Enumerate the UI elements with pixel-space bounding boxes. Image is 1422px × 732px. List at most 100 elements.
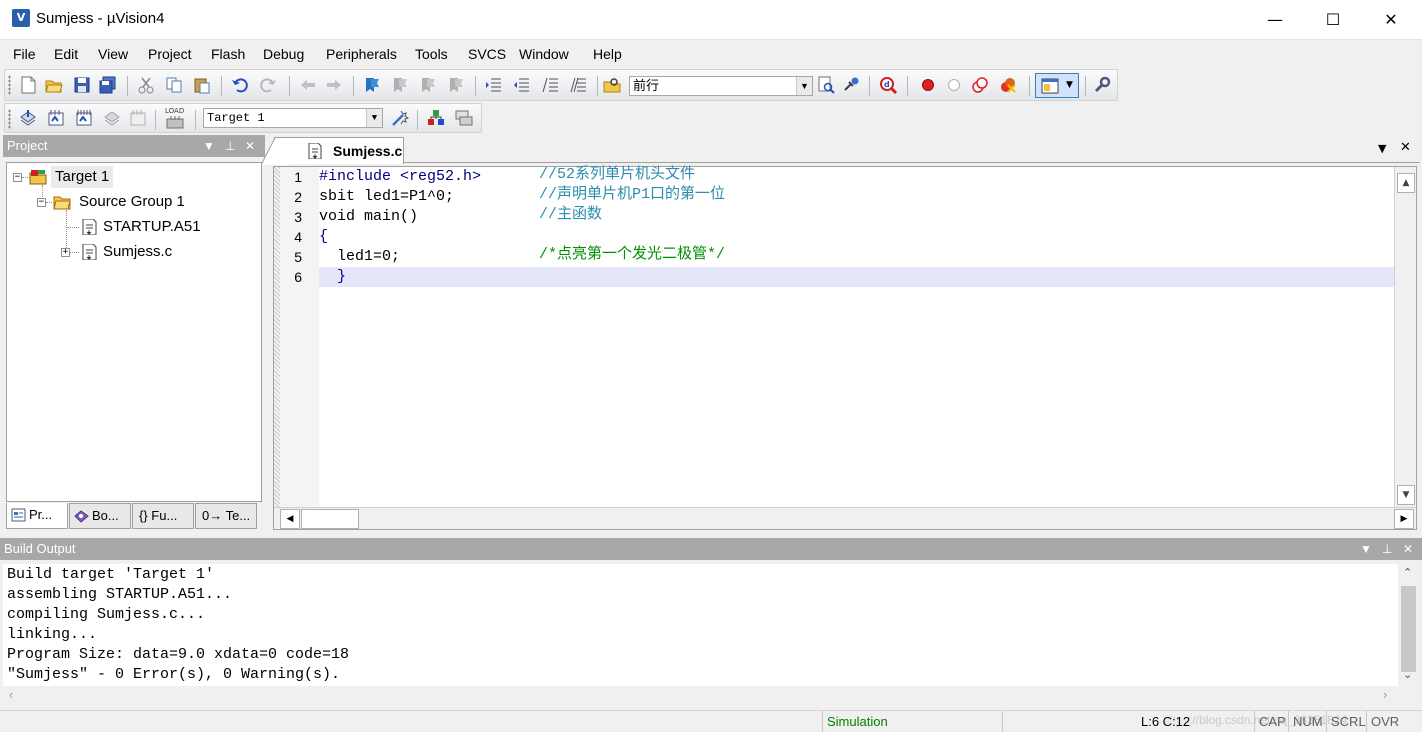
translate-icon[interactable] [19,109,37,127]
menu-debug[interactable]: Debug [263,46,304,62]
panel-menu-icon[interactable]: ▼ [203,135,215,157]
tree-node-source-group[interactable]: Source Group 1 [79,191,185,213]
scroll-left-arrow-icon[interactable]: ‹ [9,687,13,702]
redo-icon[interactable] [259,76,277,94]
code-editor[interactable]: 1 2 3 4 5 6 #include <reg52.h> //52系列单片机… [273,166,1417,530]
collapse-icon[interactable]: − [37,198,46,207]
code-text-area[interactable]: #include <reg52.h> //52系列单片机头文件 sbit led… [319,166,1396,507]
window-layout-dropdown[interactable]: ▼ [1035,73,1079,98]
save-icon[interactable] [73,76,91,94]
save-all-icon[interactable] [99,76,117,94]
scroll-up-arrow-icon[interactable]: ⌃ [1403,566,1412,579]
scroll-left-arrow-icon[interactable]: ◀ [280,509,300,529]
collapse-icon[interactable]: − [13,173,22,182]
navigate-forward-icon[interactable] [325,76,343,94]
scroll-up-arrow-icon[interactable]: ▲ [1397,173,1415,193]
tab-templates[interactable]: 0→ Te... [195,503,257,529]
project-panel: Project ▼ ⊥ ✕ − Target 1 − Source Group … [3,135,265,533]
scrollbar-thumb[interactable] [1401,586,1416,672]
select-packs-icon[interactable] [455,109,473,127]
tree-node-file[interactable]: Sumjess.c [103,241,172,263]
tab-books[interactable]: Bo... [69,503,131,529]
breakpoint-insert-icon[interactable] [919,76,937,94]
copy-icon[interactable] [165,76,183,94]
bookmark-next-icon[interactable] [419,76,437,94]
scroll-down-arrow-icon[interactable]: ⌄ [1403,668,1412,681]
rebuild-icon[interactable] [75,109,93,127]
undo-icon[interactable] [231,76,249,94]
close-icon[interactable]: ✕ [245,135,255,157]
pin-icon[interactable]: ⊥ [1382,538,1392,560]
unindent-icon[interactable] [513,76,531,94]
scroll-right-arrow-icon[interactable]: ▶ [1394,509,1414,529]
menu-peripherals[interactable]: Peripherals [326,46,397,62]
paste-icon[interactable] [193,76,211,94]
breakpoint-disable-all-icon[interactable] [971,76,989,94]
status-cursor-position: L:6 C:12 [1141,711,1191,732]
tab-functions[interactable]: {} Fu... [132,503,194,529]
menu-window[interactable]: Window [519,46,569,62]
close-button[interactable]: ✕ [1362,0,1420,40]
menu-help[interactable]: Help [593,46,622,62]
download-load-button[interactable]: LOAD [163,107,189,131]
configure-wrench-icon[interactable] [1093,76,1111,94]
build-icon[interactable] [47,109,65,127]
editor-tab[interactable]: Sumjess.c [261,137,404,165]
bookmark-prev-icon[interactable] [391,76,409,94]
menu-tools[interactable]: Tools [415,46,448,62]
build-output-text[interactable]: Build target 'Target 1' assembling START… [3,564,1400,686]
toolbar-grip[interactable] [8,75,11,95]
maximize-button[interactable]: ☐ [1304,0,1362,40]
close-icon[interactable]: ✕ [1403,538,1413,560]
stop-build-icon[interactable] [129,109,147,127]
bookmark-clear-icon[interactable] [447,76,465,94]
navigate-back-icon[interactable] [299,76,317,94]
open-folder-icon[interactable] [45,76,63,94]
close-icon[interactable]: ✕ [1400,140,1411,155]
menu-view[interactable]: View [98,46,128,62]
pin-icon[interactable]: ⊥ [225,135,235,157]
editor-horizontal-scrollbar[interactable]: ◀ ▶ [274,507,1416,529]
bookmark-insert-icon[interactable] [363,76,381,94]
debug-session-icon[interactable]: d [879,76,897,94]
editor-menu-icon[interactable]: ▼ [1378,142,1386,155]
code-line: void main() [319,208,419,225]
new-file-icon[interactable] [19,76,37,94]
scroll-down-arrow-icon[interactable]: ▼ [1397,485,1415,505]
uncomment-icon[interactable] [569,76,587,94]
breakpoint-enable-icon[interactable] [945,76,963,94]
comment-icon[interactable] [541,76,559,94]
find-icon[interactable] [817,76,835,94]
cut-icon[interactable] [137,76,155,94]
menu-edit[interactable]: Edit [54,46,78,62]
find-in-files-icon[interactable] [603,76,621,94]
find-combo[interactable]: 前行 ▼ [629,76,813,96]
chevron-down-icon[interactable]: ▼ [366,109,382,127]
minimize-button[interactable]: — [1246,0,1304,40]
menu-svcs[interactable]: SVCS [468,46,506,62]
tree-node-file[interactable]: STARTUP.A51 [103,216,201,238]
incremental-find-icon[interactable] [843,76,861,94]
target-options-icon[interactable] [391,109,409,127]
panel-menu-icon[interactable]: ▼ [1360,538,1372,560]
editor-vertical-scrollbar[interactable]: ▲ ▼ [1394,167,1416,507]
chevron-down-icon[interactable]: ▼ [796,77,812,95]
tab-project[interactable]: Pr... [6,503,68,529]
menu-file[interactable]: File [13,46,36,62]
menu-project[interactable]: Project [148,46,192,62]
breakpoint-kill-all-icon[interactable] [999,76,1017,94]
target-select[interactable]: Target 1 ▼ [203,108,383,128]
manage-project-items-icon[interactable] [427,109,445,127]
scroll-right-arrow-icon[interactable]: › [1383,687,1387,702]
indent-icon[interactable] [485,76,503,94]
tree-node-target[interactable]: Target 1 [51,166,114,188]
batch-build-icon[interactable] [103,109,121,127]
uvision-app-icon[interactable]: V [12,9,30,27]
menu-flash[interactable]: Flash [211,46,245,62]
expand-icon[interactable]: + [61,248,70,257]
build-output-vertical-scrollbar[interactable]: ⌃ ⌄ [1398,564,1420,686]
svg-text:d: d [884,80,890,89]
scrollbar-thumb[interactable] [301,509,359,529]
toolbar-grip[interactable] [8,109,11,129]
build-output-horizontal-scrollbar[interactable]: ‹ › [3,686,1420,706]
